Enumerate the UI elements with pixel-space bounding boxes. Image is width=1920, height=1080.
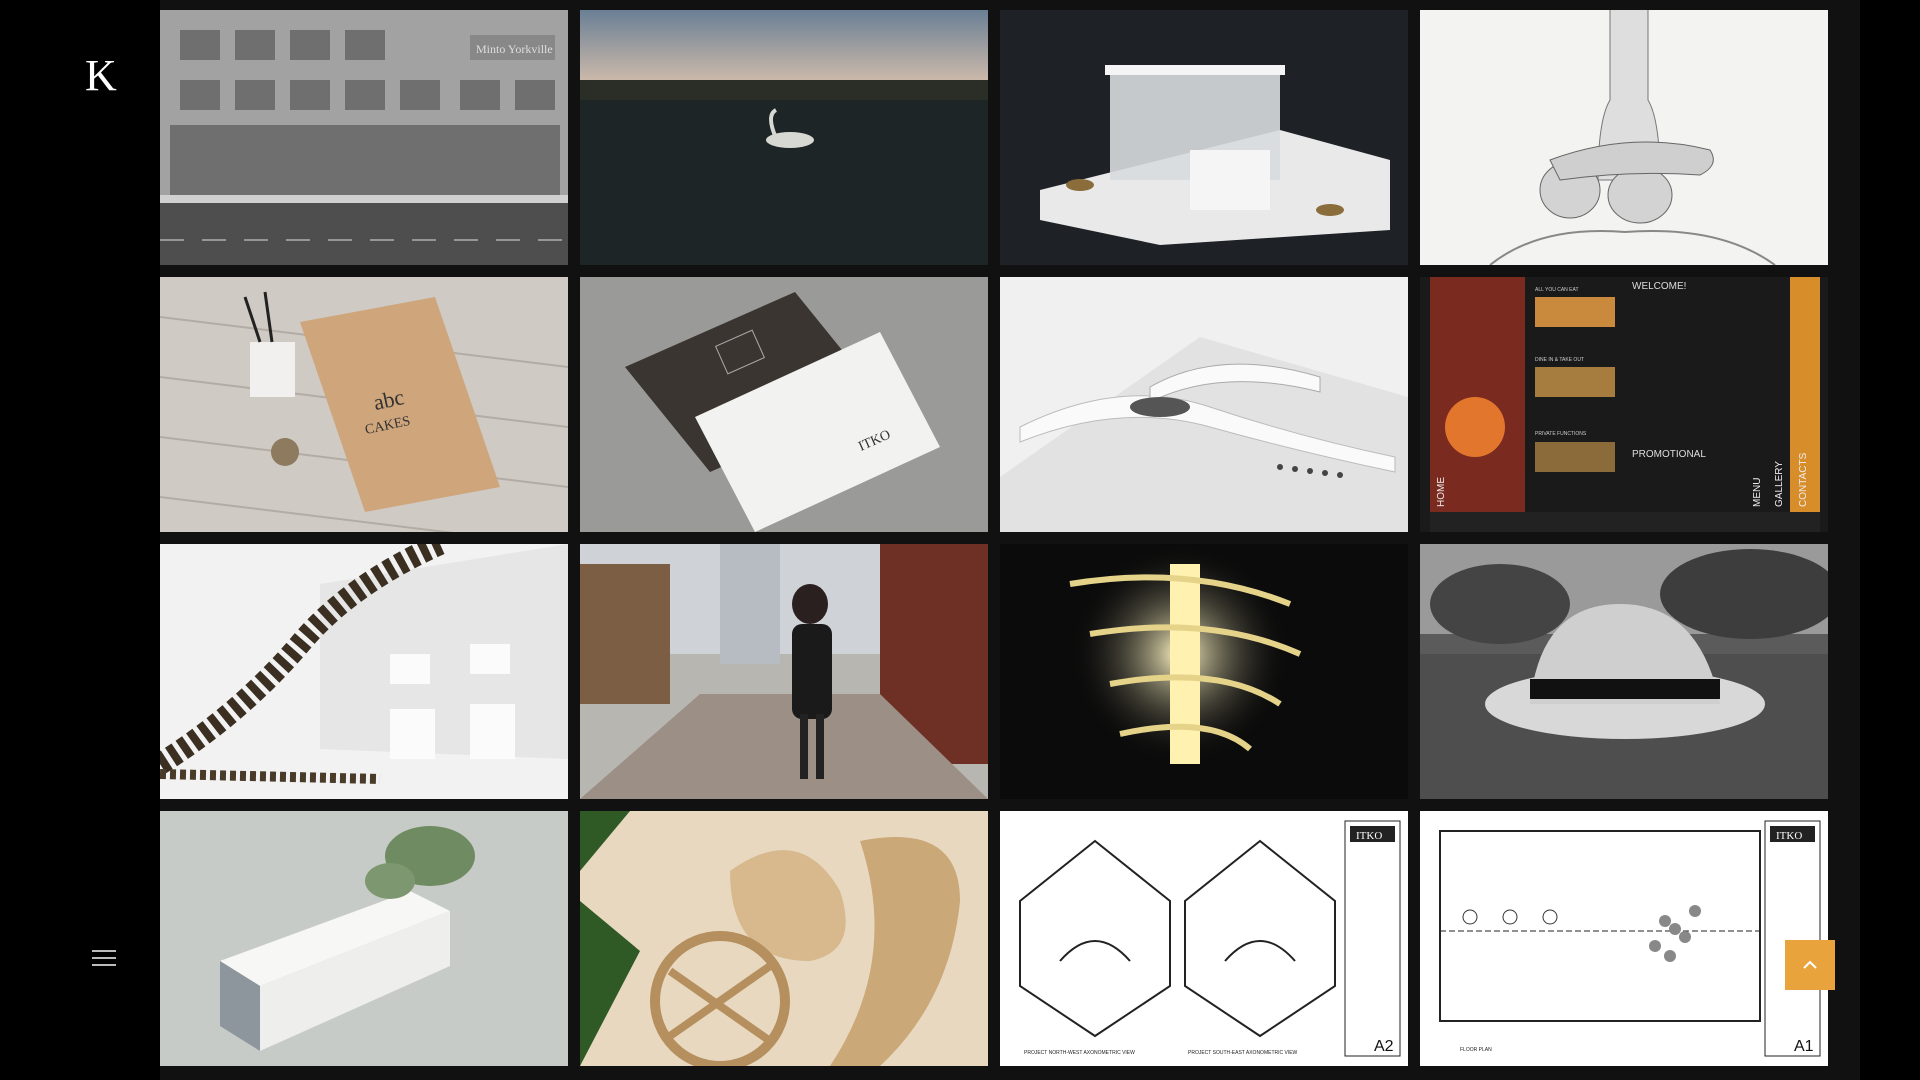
promo-text: PROMOTIONAL bbox=[1632, 449, 1706, 460]
itko-business-card-photo: ITKO bbox=[580, 277, 988, 532]
tile-wood-model[interactable] bbox=[580, 811, 988, 1066]
view-label-2: PROJECT SOUTH-EAST AXONOMETRIC VIEW bbox=[1188, 1050, 1298, 1056]
tile-sculpture-model[interactable] bbox=[160, 544, 568, 799]
sushi-heading-1: ALL YOU CAN EAT bbox=[1535, 287, 1579, 293]
tile-hat-on-grass[interactable] bbox=[1420, 544, 1828, 799]
axonometric-drawing-a2: ITKO A2 PROJECT NORTH-WEST AXONOMETRIC V… bbox=[1000, 811, 1408, 1066]
woman-street-photo bbox=[580, 544, 988, 799]
sushi-heading-3: PRIVATE FUNCTIONS bbox=[1535, 431, 1587, 437]
tile-axonometric-a2[interactable]: ITKO A2 PROJECT NORTH-WEST AXONOMETRIC V… bbox=[1000, 811, 1408, 1066]
hamburger-icon[interactable] bbox=[92, 950, 116, 970]
sheet-number: A1 bbox=[1794, 1038, 1814, 1055]
sidebar bbox=[60, 0, 160, 1080]
sushi-nav-contacts: CONTACTS bbox=[1798, 452, 1809, 507]
glowing-lamp-photo bbox=[1000, 544, 1408, 799]
house-model-photo bbox=[1000, 10, 1408, 265]
tile-pencil-sketch[interactable] bbox=[1420, 10, 1828, 265]
tile-abc-cakes[interactable]: abc CAKES bbox=[160, 277, 568, 532]
tile-floor-plan-a1[interactable]: ITKO A1 FLOOR PLAN bbox=[1420, 811, 1828, 1066]
hat-on-grass-photo bbox=[1420, 544, 1828, 799]
logo[interactable]: K bbox=[85, 52, 125, 100]
portfolio-grid: Minto Yorkville abc CAKES ITKO WELCOME! … bbox=[160, 10, 1828, 1066]
abc-cakes-branding-photo: abc CAKES bbox=[160, 277, 568, 532]
tile-building-rendering[interactable] bbox=[160, 811, 568, 1066]
tile-sushi-layout[interactable]: WELCOME! PROMOTIONAL ALL YOU CAN EAT DIN… bbox=[1420, 277, 1828, 532]
sushi-heading-2: DINE IN & TAKE OUT bbox=[1535, 357, 1584, 363]
tile-white-model[interactable] bbox=[1000, 277, 1408, 532]
wood-model-photo bbox=[580, 811, 988, 1066]
right-band bbox=[1860, 0, 1920, 1080]
tile-itko-card[interactable]: ITKO bbox=[580, 277, 988, 532]
tile-swan-lake[interactable] bbox=[580, 10, 988, 265]
back-to-top-button[interactable] bbox=[1785, 940, 1835, 990]
pencil-still-life-sketch bbox=[1420, 10, 1828, 265]
tile-street-building[interactable]: Minto Yorkville bbox=[160, 10, 568, 265]
building-rendering bbox=[160, 811, 568, 1066]
sheet-brand: ITKO bbox=[1776, 830, 1802, 842]
swan-lake-photo bbox=[580, 10, 988, 265]
sushi-nav-menu: MENU bbox=[1752, 478, 1763, 507]
sushi-nav-home: HOME bbox=[1436, 477, 1447, 507]
floor-plan-drawing-a1: ITKO A1 FLOOR PLAN bbox=[1420, 811, 1828, 1066]
view-label: FLOOR PLAN bbox=[1460, 1047, 1492, 1053]
street-building-photo: Minto Yorkville bbox=[160, 10, 568, 265]
sheet-number: A2 bbox=[1374, 1038, 1394, 1055]
chevron-up-icon bbox=[1803, 960, 1817, 969]
sheet-brand: ITKO bbox=[1356, 830, 1382, 842]
tile-house-model[interactable] bbox=[1000, 10, 1408, 265]
sculpture-model-photo bbox=[160, 544, 568, 799]
sushi-nav-gallery: GALLERY bbox=[1774, 461, 1785, 507]
tile-glowing-lamp[interactable] bbox=[1000, 544, 1408, 799]
white-architecture-model-photo bbox=[1000, 277, 1408, 532]
building-sign: Minto Yorkville bbox=[476, 42, 553, 56]
view-label-1: PROJECT NORTH-WEST AXONOMETRIC VIEW bbox=[1024, 1050, 1135, 1056]
tile-woman-street[interactable] bbox=[580, 544, 988, 799]
welcome-text: WELCOME! bbox=[1632, 281, 1686, 292]
sushi-website-layout: WELCOME! PROMOTIONAL ALL YOU CAN EAT DIN… bbox=[1420, 277, 1828, 532]
